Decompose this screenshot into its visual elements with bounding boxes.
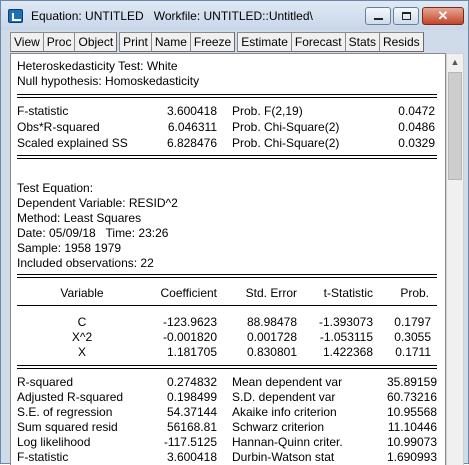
summary-label: R-squared [17,375,74,389]
summary-value: -117.5125 [163,435,217,449]
test-name: Heteroskedasticity Test: White [17,59,178,73]
test-equation-title: Test Equation: [17,181,94,195]
toolbar: View Proc Object Print Name Freeze Estim… [10,32,426,52]
prob-value: 0.3055 [394,330,431,344]
divider [17,305,437,306]
test-stat-label: F-statistic [17,104,69,118]
summary-label: Akaike info criterion [232,405,337,419]
test-prob-label: Prob. Chi-Square(2) [232,136,340,150]
estimation-method: Method: Least Squares [17,211,142,225]
eviews-app-icon [8,9,23,23]
toolbar-group-object: View Proc Object [10,32,118,52]
maximize-icon [402,12,411,20]
toolbar-group-equation: Estimate Forecast Stats Resids [237,32,424,52]
test-prob-label: Prob. F(2,19) [232,104,303,118]
divider [17,274,437,278]
test-stat-value: 3.600418 [166,104,217,118]
window-title: Equation: UNTITLED Workfile: UNTITLED::U… [31,9,313,23]
summary-value: 60.73216 [386,390,437,404]
summary-label: Schwarz criterion [232,420,325,434]
title-bar[interactable]: Equation: UNTITLED Workfile: UNTITLED::U… [1,1,468,30]
divider [17,365,437,369]
summary-value: 3.600418 [166,450,217,464]
close-button[interactable]: ✕ [422,7,464,25]
toolbar-group-output: Print Name Freeze [119,32,236,52]
proc-button[interactable]: Proc [42,32,76,52]
test-stat-label: Obs*R-squared [17,120,100,134]
test-prob-value: 0.0486 [398,120,435,134]
freeze-button[interactable]: Freeze [189,32,236,52]
name-button[interactable]: Name [150,32,191,52]
column-header: Std. Error [245,286,297,300]
summary-label: Sum squared resid [17,420,118,434]
divider [17,94,437,98]
estimation-date: Date: 05/09/18 Time: 23:26 [17,226,169,240]
minimize-button[interactable] [365,7,391,25]
sample-range: Sample: 1958 1979 [17,241,122,255]
summary-label: S.D. dependent var [232,390,336,404]
print-button[interactable]: Print [119,32,152,52]
null-hypothesis: Null hypothesis: Homoskedasticity [17,74,200,88]
summary-label: F-statistic [17,450,69,464]
summary-label: Hannan-Quinn criter. [232,435,343,449]
std-error-value: 0.001728 [246,330,297,344]
summary-label: Durbin-Watson stat [232,450,335,464]
prob-value: 0.1797 [394,315,431,329]
test-stat-value: 6.046311 [167,120,217,134]
summary-value: 10.99073 [386,435,437,449]
output-panel[interactable]: Heteroskedasticity Test: White Null hypo… [10,53,446,465]
coefficient-value: -123.9623 [162,315,217,329]
test-prob-value: 0.0472 [398,104,435,118]
forecast-button[interactable]: Forecast [290,32,346,52]
stats-button[interactable]: Stats [344,32,380,52]
summary-value: 54.37144 [166,405,217,419]
test-stat-label: Scaled explained SS [17,136,128,150]
summary-label: Log likelihood [17,435,91,449]
scrollbar-thumb[interactable] [448,72,462,180]
summary-value: 35.89159 [386,375,437,389]
column-header: Prob. [400,286,429,300]
summary-label: S.E. of regression [17,405,113,419]
summary-value: 56168.81 [166,420,217,434]
minimize-icon [374,18,383,20]
equation-window: Equation: UNTITLED Workfile: UNTITLED::U… [0,0,469,465]
prob-value: 0.1711 [395,345,431,359]
maximize-button[interactable] [393,7,419,25]
test-prob-value: 0.0329 [398,136,435,150]
summary-value: 0.198499 [166,390,217,404]
column-header: Coefficient [160,286,217,300]
divider [17,155,437,159]
dependent-variable: Dependent Variable: RESID^2 [17,196,178,210]
resids-button[interactable]: Resids [378,32,424,52]
observation-count: Included observations: 22 [17,256,154,270]
coefficient-value: 1.181705 [166,345,217,359]
summary-value: 0.274832 [166,375,217,389]
view-button[interactable]: View [10,32,44,52]
estimate-button[interactable]: Estimate [237,32,292,52]
test-prob-label: Prob. Chi-Square(2) [232,120,340,134]
summary-value: 11.10446 [387,420,437,434]
vertical-scrollbar[interactable]: ▲ [446,53,464,465]
scroll-up-arrow-icon[interactable]: ▲ [447,54,463,71]
close-icon: ✕ [437,8,449,23]
summary-label: Adjusted R-squared [17,390,124,404]
coefficient-value: -0.001820 [162,330,217,344]
test-stat-value: 6.828476 [166,136,217,150]
summary-label: Mean dependent var [232,375,343,389]
summary-value: 1.690993 [386,450,437,464]
std-error-value: 88.98478 [246,315,297,329]
object-button[interactable]: Object [74,32,118,52]
std-error-value: 0.830801 [246,345,297,359]
summary-value: 10.95568 [386,405,437,419]
